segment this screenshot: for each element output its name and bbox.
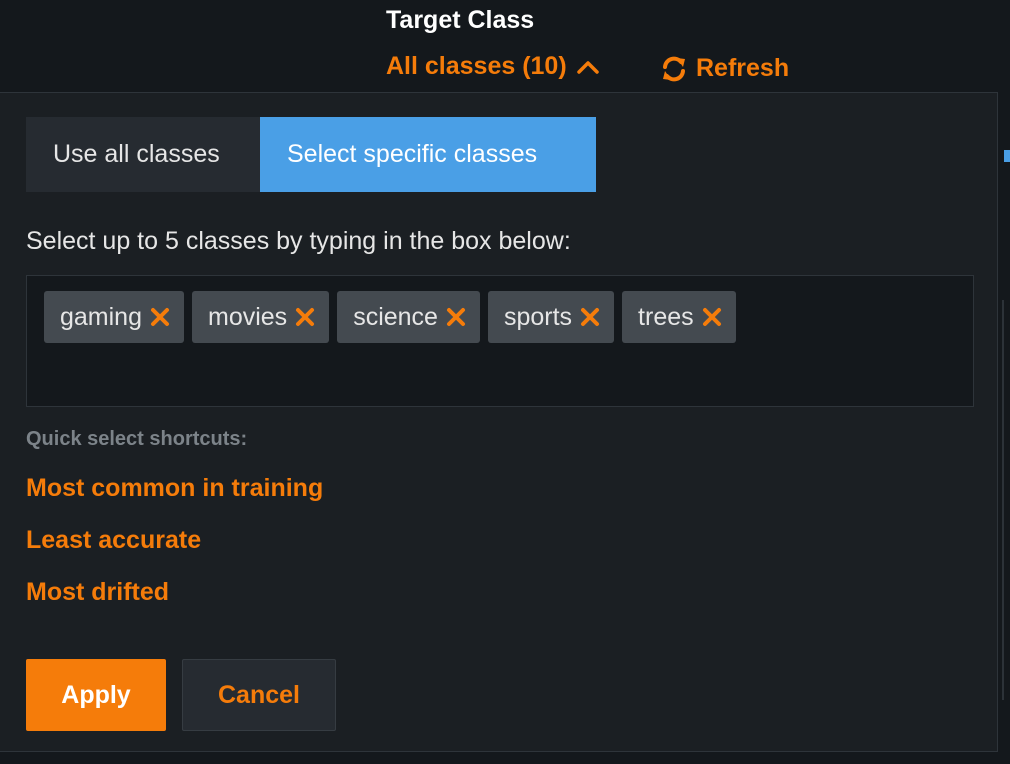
class-tag-gaming: gaming [44,291,184,343]
refresh-icon [660,55,688,83]
shortcut-most-common-link[interactable]: Most common in training [26,474,323,503]
class-tag-sports: sports [487,291,615,343]
cancel-button[interactable]: Cancel [182,659,336,731]
apply-button[interactable]: Apply [26,659,166,731]
close-icon[interactable] [150,307,170,327]
close-icon[interactable] [446,307,466,327]
top-bar: Target Class All classes (10) Refresh [0,0,1010,92]
close-icon[interactable] [580,307,600,327]
refresh-button[interactable]: Refresh [660,54,789,83]
class-tag-trees: trees [622,291,736,343]
selected-class-tags: gaming movies science sports trees [44,291,736,343]
class-tag-label: gaming [60,302,142,331]
shortcut-least-accurate-link[interactable]: Least accurate [26,526,201,555]
use-all-classes-button[interactable]: Use all classes [26,117,260,192]
mode-toggle: Use all classes Select specific classes [26,117,596,192]
class-selector-label: All classes (10) [386,52,567,80]
scroll-indicator [1004,150,1010,162]
quick-select-label: Quick select shortcuts: [26,428,248,450]
close-icon[interactable] [702,307,722,327]
class-selector-dropdown[interactable]: All classes (10) [386,52,599,81]
selection-instruction: Select up to 5 classes by typing in the … [26,227,571,255]
class-tag-label: trees [638,302,694,331]
select-specific-classes-button[interactable]: Select specific classes [260,117,596,192]
shortcut-most-drifted-link[interactable]: Most drifted [26,578,169,607]
close-icon[interactable] [295,307,315,327]
refresh-label: Refresh [696,54,790,82]
background-divider [1002,300,1004,700]
class-tag-label: sports [503,302,573,331]
class-tag-science: science [337,291,480,343]
chevron-up-icon [576,60,599,74]
class-tag-movies: movies [192,291,330,343]
class-tag-label: science [353,302,438,331]
target-class-label: Target Class [386,6,535,34]
class-tag-label: movies [208,302,288,331]
class-tag-input[interactable]: gaming movies science sports trees [26,275,974,407]
class-selection-panel: Use all classes Select specific classes … [0,92,998,752]
